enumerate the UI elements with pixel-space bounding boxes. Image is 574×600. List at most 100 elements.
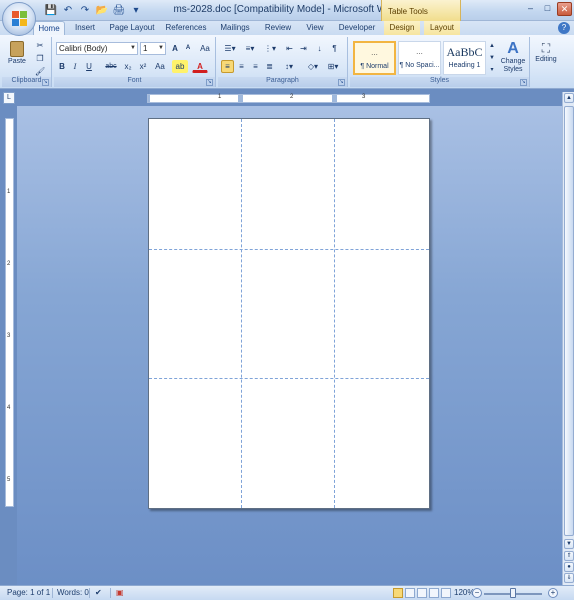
table-cell[interactable] (242, 119, 334, 249)
word-count[interactable]: Words: 0 (57, 588, 89, 597)
style-normal[interactable]: ... ¶ Normal (353, 41, 396, 75)
styles-more-icon[interactable]: ▾ (488, 64, 496, 75)
maximize-button[interactable]: □ (540, 2, 555, 16)
align-center-icon[interactable]: ≡ (235, 60, 248, 73)
styles-launcher-icon[interactable]: ↘ (520, 79, 527, 86)
underline-button[interactable]: U (82, 60, 96, 73)
increase-indent-icon[interactable]: ⇥ (297, 42, 310, 55)
ruler-number: 3 (7, 333, 11, 339)
multilevel-list-icon[interactable]: ⋮▾ (261, 42, 279, 55)
font-color-button[interactable]: A (192, 60, 208, 73)
tab-design[interactable]: Design (384, 21, 420, 35)
copy-icon[interactable]: ❐ (34, 52, 46, 65)
highlight-button[interactable]: ab (172, 60, 188, 73)
grow-font-button[interactable]: A (169, 42, 181, 55)
office-logo-icon (12, 11, 28, 27)
window-title: ms-2028.doc [Compatibility Mode] - Micro… (173, 4, 401, 15)
scrollbar-thumb[interactable] (564, 106, 574, 536)
print-layout-view-icon[interactable] (393, 588, 403, 598)
numbering-icon[interactable]: ≡▾ (241, 42, 259, 55)
vertical-scrollbar[interactable]: ▲ ▼ ⇑ ● ⇓ (562, 92, 574, 585)
zoom-out-button[interactable]: − (472, 588, 482, 598)
column-marker[interactable] (238, 95, 243, 102)
change-styles-button[interactable]: A Change Styles (498, 39, 528, 75)
font-launcher-icon[interactable]: ↘ (206, 79, 213, 86)
column-marker[interactable] (332, 95, 337, 102)
shading-icon[interactable]: ◇▾ (304, 60, 322, 73)
shrink-font-button[interactable]: A (182, 42, 194, 55)
styles-scroll-down-icon[interactable]: ▼ (488, 52, 496, 63)
subscript-button[interactable]: x₂ (121, 60, 135, 73)
tab-view[interactable]: View (300, 21, 330, 35)
paste-icon (10, 41, 24, 57)
document-page[interactable] (148, 118, 430, 509)
tab-developer[interactable]: Developer (334, 21, 380, 35)
next-page-icon[interactable]: ⇓ (564, 573, 574, 583)
paste-button[interactable]: Paste (5, 39, 29, 71)
table-cell[interactable] (242, 379, 334, 508)
font-size-select[interactable]: 1 ▼ (140, 42, 166, 55)
superscript-button[interactable]: x² (136, 60, 150, 73)
browse-object-icon[interactable]: ● (564, 562, 574, 572)
macro-record-icon[interactable]: ▣ (116, 588, 124, 597)
table-cell[interactable] (149, 119, 241, 249)
table-cell[interactable] (335, 379, 429, 508)
table-cell[interactable] (149, 379, 241, 508)
horizontal-ruler[interactable]: 1 2 3 (147, 94, 430, 103)
vertical-ruler[interactable]: 1 2 3 4 5 (5, 118, 14, 507)
previous-page-icon[interactable]: ⇑ (564, 551, 574, 561)
sort-icon[interactable]: ↓ (313, 42, 326, 55)
strikethrough-button[interactable]: abc (102, 60, 120, 73)
tab-insert[interactable]: Insert (68, 21, 102, 35)
align-right-icon[interactable]: ≡ (249, 60, 262, 73)
paragraph-launcher-icon[interactable]: ↘ (338, 79, 345, 86)
page-count[interactable]: Page: 1 of 1 (7, 588, 50, 597)
ruler-tab-selector[interactable]: L (3, 92, 15, 104)
styles-scroll-up-icon[interactable]: ▲ (488, 40, 496, 51)
table-cell[interactable] (149, 250, 241, 378)
full-screen-reading-icon[interactable] (405, 588, 415, 598)
borders-icon[interactable]: ⊞▾ (324, 60, 342, 73)
proofing-icon[interactable]: ✔ (95, 588, 102, 597)
align-left-icon[interactable]: ≡ (221, 60, 234, 73)
justify-icon[interactable]: ≣ (263, 60, 276, 73)
tab-page-layout[interactable]: Page Layout (106, 21, 158, 35)
tab-home[interactable]: Home (33, 21, 65, 35)
draft-view-icon[interactable] (441, 588, 451, 598)
web-layout-icon[interactable] (417, 588, 427, 598)
ruler-number: 1 (218, 94, 222, 100)
ruler-number: 2 (7, 261, 11, 267)
table-cell[interactable] (242, 250, 334, 378)
cut-icon[interactable]: ✂ (34, 39, 46, 52)
tab-mailings[interactable]: Mailings (214, 21, 256, 35)
font-group: Calibri (Body) ▼ 1 ▼ A A Aa B I U abc x₂ x… (54, 37, 216, 87)
office-button[interactable] (2, 2, 36, 36)
font-family-select[interactable]: Calibri (Body) ▼ (56, 42, 138, 55)
minimize-button[interactable]: – (523, 2, 538, 16)
scroll-down-icon[interactable]: ▼ (564, 539, 574, 549)
style-no-spacing[interactable]: ... ¶ No Spaci... (398, 41, 441, 75)
show-formatting-icon[interactable]: ¶ (328, 42, 341, 55)
close-button[interactable]: ✕ (557, 2, 572, 16)
italic-button[interactable]: I (69, 60, 81, 73)
line-spacing-icon[interactable]: ↕▾ (280, 60, 298, 73)
zoom-slider-thumb[interactable] (510, 588, 516, 598)
clipboard-launcher-icon[interactable]: ↘ (42, 79, 49, 86)
bold-button[interactable]: B (56, 60, 68, 73)
zoom-in-button[interactable]: + (548, 588, 558, 598)
decrease-indent-icon[interactable]: ⇤ (283, 42, 296, 55)
scroll-up-icon[interactable]: ▲ (564, 93, 574, 103)
tab-layout[interactable]: Layout (424, 21, 460, 35)
table-cell[interactable] (335, 250, 429, 378)
outline-view-icon[interactable] (429, 588, 439, 598)
tab-references[interactable]: References (162, 21, 210, 35)
editing-button[interactable]: ⛶ Editing (532, 39, 560, 75)
binoculars-icon: ⛶ (541, 41, 551, 55)
style-heading-1[interactable]: AaBbC Heading 1 (443, 41, 486, 75)
clear-formatting-button[interactable]: Aa (197, 42, 213, 55)
table-cell[interactable] (335, 119, 429, 249)
help-icon[interactable]: ? (558, 22, 570, 34)
bullets-icon[interactable]: ☰▾ (221, 42, 239, 55)
change-case-button[interactable]: Aa (151, 60, 169, 73)
tab-review[interactable]: Review (260, 21, 296, 35)
